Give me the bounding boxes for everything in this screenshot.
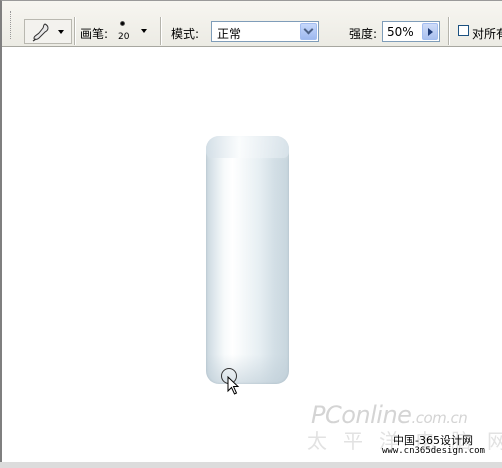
brush-dropdown-arrow[interactable]	[141, 29, 147, 33]
tool-preset-picker[interactable]	[24, 19, 72, 44]
chevron-down-icon	[58, 30, 64, 34]
options-bar: 画笔: 20 模式: 正常 强度: 50% 对所有	[2, 1, 502, 47]
brush-label: 画笔:	[80, 27, 109, 41]
strength-value: 50%	[387, 25, 414, 39]
brush-size: 20	[118, 32, 130, 42]
strength-field[interactable]: 50%	[382, 21, 440, 42]
glass-tube-cap	[206, 136, 289, 158]
glass-tube-shape	[206, 136, 289, 384]
toolbar-grip[interactable]	[10, 11, 14, 39]
mode-select[interactable]: 正常	[211, 21, 319, 42]
triangle-right-icon[interactable]	[422, 23, 438, 40]
brush-tip-icon	[120, 21, 125, 26]
watermark-url: www.cn365design.com	[382, 446, 485, 456]
toolbar-divider	[160, 17, 161, 45]
smudge-tool-icon	[32, 23, 49, 42]
brush-picker[interactable]: 20	[114, 18, 132, 44]
document-canvas[interactable]: PConline.com.cn 太平洋电脑网 中国-365设计网 www.cn3…	[2, 48, 502, 462]
strength-label: 强度:	[349, 27, 378, 41]
arrow-cursor-icon	[227, 376, 240, 395]
window-bottom-edge	[0, 462, 502, 468]
toolbar-divider	[74, 17, 75, 45]
toolbar-divider	[448, 17, 449, 45]
sample-all-layers-checkbox[interactable]	[458, 25, 469, 36]
chevron-down-icon[interactable]	[300, 23, 317, 40]
mode-label: 模式:	[171, 27, 200, 41]
sample-all-layers-label: 对所有	[472, 27, 502, 41]
mode-value: 正常	[217, 27, 242, 41]
